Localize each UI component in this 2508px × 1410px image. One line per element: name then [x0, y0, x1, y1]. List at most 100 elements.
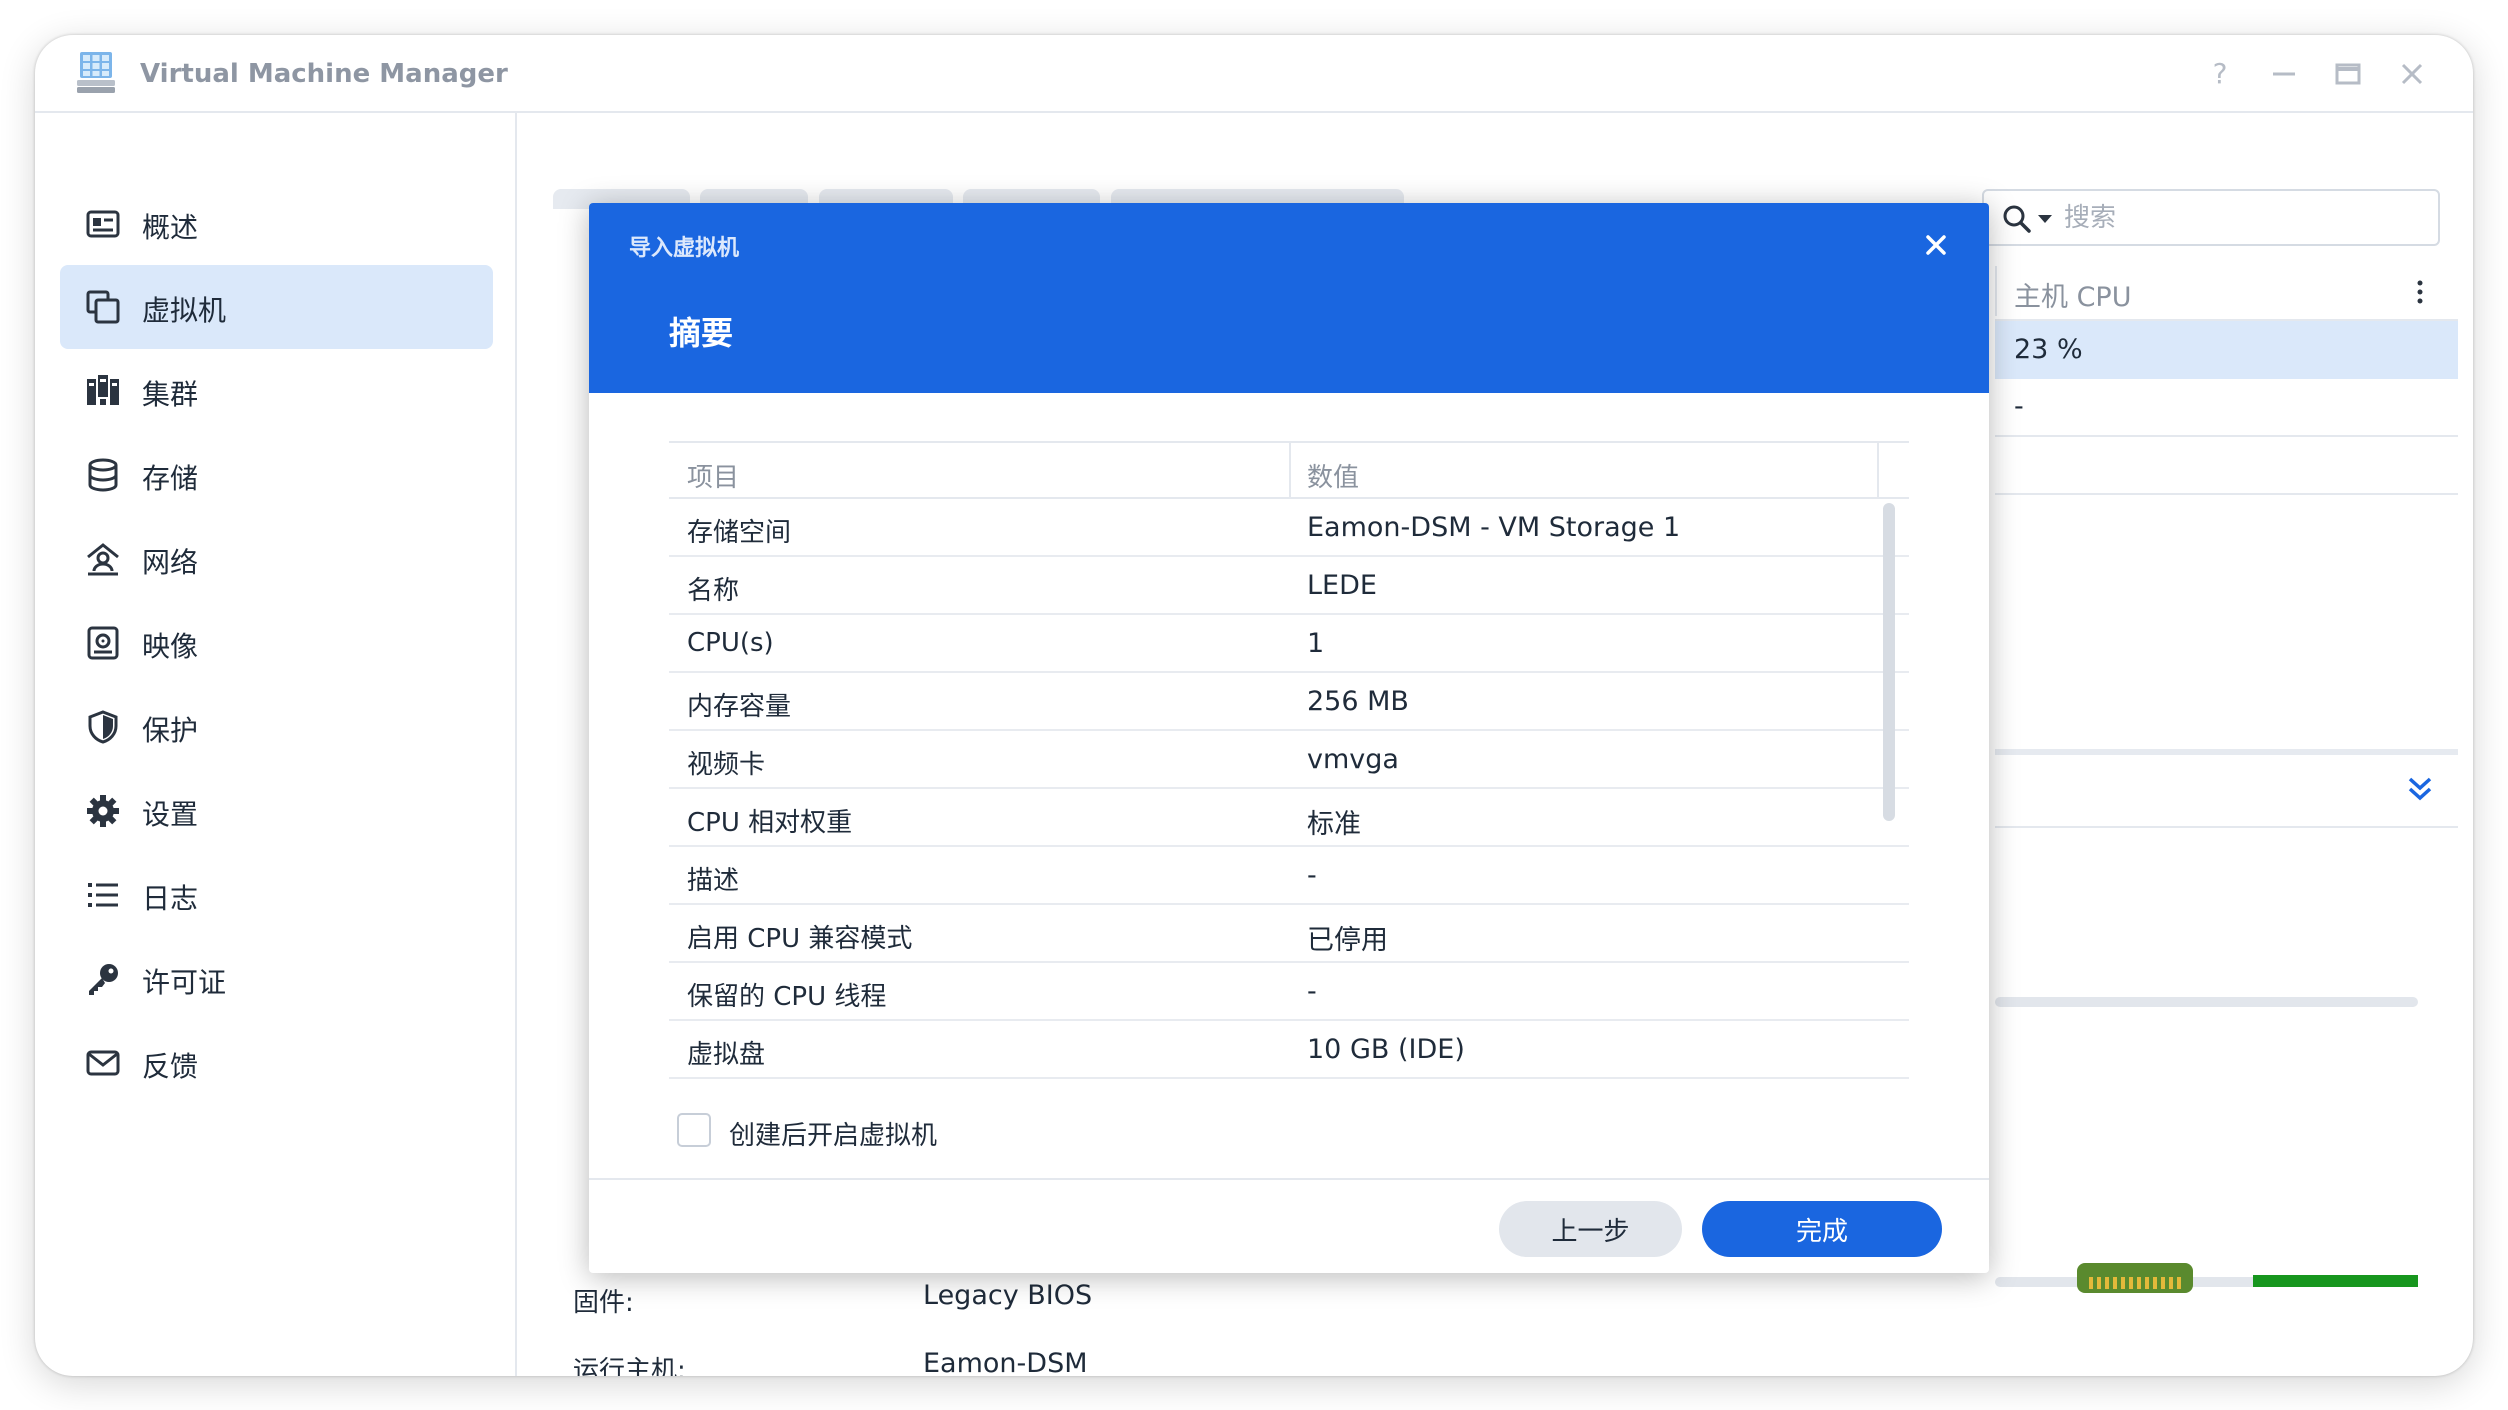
row-value: 10 GB (IDE)	[1307, 1034, 1465, 1065]
image-icon	[87, 626, 119, 660]
table-scrollbar[interactable]	[1883, 503, 1895, 821]
dialog-footer: 上一步 完成	[589, 1178, 1989, 1273]
column-header-host-cpu[interactable]: 主机 CPU	[2014, 275, 2131, 314]
divider	[1995, 435, 2458, 437]
close-icon[interactable]	[2395, 57, 2429, 91]
row-key: 描述	[687, 866, 740, 896]
row-key: 存储空间	[687, 518, 792, 548]
gear-icon	[87, 795, 119, 827]
network-icon	[87, 543, 119, 576]
row-value: 已停用	[1307, 925, 1388, 956]
column-separator	[1289, 443, 1291, 499]
import-vm-dialog: 导入虚拟机 摘要 项目 数值 存储空间 Eamon-DSM - VM Stora…	[589, 203, 1989, 1273]
app-logo-icon	[77, 52, 115, 93]
row-key: 虚拟盘	[687, 1040, 766, 1070]
table-header: 项目 数值	[669, 441, 1909, 499]
table-row[interactable]: 视频卡 vmvga	[669, 731, 1909, 789]
resource-usage-bar	[1995, 997, 2418, 1007]
sidebar-item-protection[interactable]: 保护	[60, 685, 493, 769]
sidebar-item-settings[interactable]: 设置	[60, 769, 493, 853]
sidebar-item-image[interactable]: 映像	[60, 601, 493, 685]
app-window: Virtual Machine Manager ? 概述 虚拟机 集群 存储 网…	[35, 35, 2473, 1376]
search-icon	[2003, 205, 2031, 233]
table-row[interactable]: CPU(s) 1	[669, 615, 1909, 673]
resource-usage-fill	[2253, 1275, 2418, 1287]
row-value: -	[1307, 976, 1317, 1007]
summary-table: 项目 数值 存储空间 Eamon-DSM - VM Storage 1 名称 L…	[669, 441, 1909, 1097]
row-key: 启用 CPU 兼容模式	[687, 924, 913, 954]
cluster-icon	[87, 375, 119, 405]
dialog-close-icon[interactable]	[1916, 225, 1956, 265]
virtual-machine-icon	[86, 290, 120, 324]
host-label: 运行主机:	[573, 1356, 686, 1376]
search-box[interactable]	[1982, 189, 2440, 246]
memory-chip-icon	[2077, 1263, 2193, 1293]
sidebar-item-virtual-machine[interactable]: 虚拟机	[60, 265, 493, 349]
row-key: CPU 相对权重	[687, 808, 853, 838]
sidebar-item-log[interactable]: 日志	[60, 853, 493, 937]
done-button[interactable]: 完成	[1702, 1201, 1942, 1257]
minimize-icon[interactable]	[2267, 57, 2301, 91]
overview-icon	[86, 210, 120, 238]
key-icon	[89, 964, 118, 995]
table-row[interactable]: 虚拟盘 10 GB (IDE)	[669, 1021, 1909, 1079]
firmware-label: 固件:	[573, 1288, 634, 1318]
title-bar: Virtual Machine Manager ?	[35, 35, 2473, 113]
firmware-value: Legacy BIOS	[923, 1280, 1093, 1311]
row-value: 256 MB	[1307, 686, 1409, 717]
panel-splitter[interactable]	[1995, 749, 2458, 755]
dialog-small-title: 导入虚拟机	[629, 236, 740, 261]
table-row[interactable]: 内存容量 256 MB	[669, 673, 1909, 731]
maximize-icon[interactable]	[2331, 57, 2365, 91]
sidebar-item-overview[interactable]: 概述	[60, 182, 493, 266]
row-key: 内存容量	[687, 692, 792, 722]
search-filter-caret-icon[interactable]	[2038, 215, 2052, 223]
row-key: 保留的 CPU 线程	[687, 982, 887, 1012]
table-row[interactable]: 存储空间 Eamon-DSM - VM Storage 1	[669, 499, 1909, 557]
mail-icon	[86, 1050, 120, 1076]
previous-step-button[interactable]: 上一步	[1499, 1201, 1682, 1257]
host-cpu-value: -	[2014, 391, 2024, 422]
sidebar-item-storage[interactable]: 存储	[60, 433, 493, 517]
row-value: 1	[1307, 628, 1325, 659]
column-header-value[interactable]: 数值	[1307, 457, 1359, 494]
table-row[interactable]: CPU 相对权重 标准	[669, 789, 1909, 847]
column-separator	[1877, 443, 1879, 499]
row-value: -	[1307, 860, 1317, 891]
row-key: 视频卡	[687, 750, 766, 780]
power-on-after-create-checkbox[interactable]	[677, 1113, 711, 1147]
host-value: Eamon-DSM	[923, 1348, 1088, 1376]
shield-icon	[88, 710, 118, 744]
table-row[interactable]: 描述 -	[669, 847, 1909, 905]
sidebar-item-feedback[interactable]: 反馈	[60, 1021, 493, 1105]
column-separator	[1995, 266, 1997, 316]
divider	[1995, 826, 2458, 828]
row-value: Eamon-DSM - VM Storage 1	[1307, 512, 1681, 543]
more-options-icon[interactable]	[2417, 279, 2423, 305]
dialog-header: 导入虚拟机 摘要	[589, 203, 1989, 393]
row-key: 名称	[687, 576, 740, 606]
checkbox-label[interactable]: 创建后开启虚拟机	[729, 1115, 937, 1152]
sidebar-item-network[interactable]: 网络	[60, 517, 493, 601]
host-cpu-value: 23 %	[2014, 334, 2083, 365]
column-header-item[interactable]: 项目	[687, 457, 739, 494]
row-key: CPU(s)	[687, 628, 774, 658]
dialog-title: 摘要	[669, 314, 734, 352]
table-body: 存储空间 Eamon-DSM - VM Storage 1 名称 LEDE CP…	[669, 499, 1909, 1097]
table-row[interactable]: 名称 LEDE	[669, 557, 1909, 615]
sidebar: 概述 虚拟机 集群 存储 网络 映像 保护 设置 日志 许可证 反馈	[35, 113, 517, 1376]
row-value: vmvga	[1307, 744, 1399, 775]
row-value: 标准	[1307, 809, 1361, 840]
sidebar-item-cluster[interactable]: 集群	[60, 349, 493, 433]
search-input[interactable]	[2064, 199, 2424, 237]
divider	[1995, 493, 2458, 495]
app-title: Virtual Machine Manager	[140, 59, 508, 89]
row-value: LEDE	[1307, 570, 1377, 601]
table-row[interactable]: 保留的 CPU 线程 -	[669, 963, 1909, 1021]
double-chevron-down-icon[interactable]	[2405, 774, 2435, 804]
help-button[interactable]: ?	[2203, 57, 2237, 91]
table-row[interactable]: 启用 CPU 兼容模式 已停用	[669, 905, 1909, 963]
sidebar-item-license[interactable]: 许可证	[60, 937, 493, 1021]
storage-icon	[88, 458, 118, 492]
log-list-icon	[88, 883, 118, 907]
